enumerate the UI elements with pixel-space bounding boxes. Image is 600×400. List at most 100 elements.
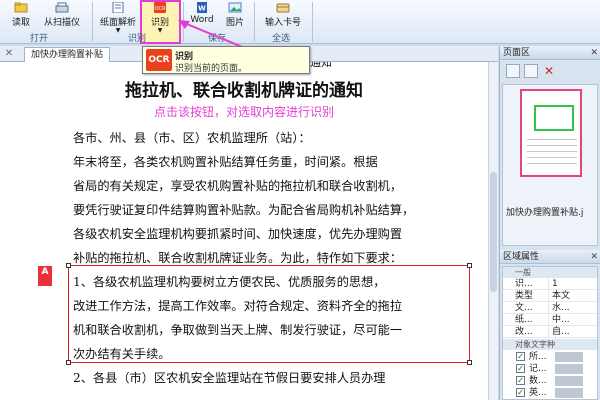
prop-row[interactable]: 类型 本文 xyxy=(503,290,597,302)
right-side-panel: 页面区 ✕ ✕ 加快办理购置补贴.j 区域属性 ✕ 一般 识... 1 类型 本文 … xyxy=(499,46,600,400)
group-label-select-all: 全选 xyxy=(272,34,291,44)
svg-text:OCR: OCR xyxy=(155,6,166,12)
resize-handle[interactable] xyxy=(467,263,472,268)
chevron-down-icon: ▼ xyxy=(157,27,163,34)
region-type-badge[interactable]: A xyxy=(38,266,52,286)
image-button[interactable]: 图片 xyxy=(220,2,250,32)
tab-document[interactable]: 加快办理购置补贴 xyxy=(24,47,111,62)
char-type-row[interactable]: ✓ 英... xyxy=(503,387,597,399)
word-icon: W xyxy=(197,2,207,13)
prop-key: 改... xyxy=(515,327,533,337)
document-line: 各市、州、县（市、区）农机监理所（站）： xyxy=(73,131,311,145)
thumbnail-text-line xyxy=(527,163,577,164)
checkbox[interactable]: ✓ xyxy=(516,364,525,373)
thumbnail-view-icon[interactable] xyxy=(506,64,520,78)
ocr-tooltip: OCR 识别 识别当前的页面。 xyxy=(142,46,310,74)
ocr-button[interactable]: OCR 识别 ▼ xyxy=(142,2,178,34)
close-icon[interactable]: ✕ xyxy=(2,46,16,61)
document-title: 拖拉机、联合收割机牌证的通知 xyxy=(125,81,363,101)
ocr-tooltip-icon: OCR xyxy=(146,49,172,71)
char-type-value xyxy=(555,364,583,374)
document-line: 各级农机安全监理机构要抓紧时间、加快速度，优先办理购置 xyxy=(73,227,403,241)
char-type-value xyxy=(555,388,583,398)
resize-handle[interactable] xyxy=(66,360,71,365)
tooltip-description: 识别当前的页面。 xyxy=(175,64,248,74)
prop-key: 类型 xyxy=(515,291,534,301)
char-type-value xyxy=(555,352,583,362)
prop-row[interactable]: 改... 自... xyxy=(503,326,597,338)
prop-value: 水... xyxy=(548,302,570,314)
resize-handle[interactable] xyxy=(66,263,71,268)
card-icon xyxy=(276,3,290,13)
pages-panel-title: 页面区 xyxy=(503,48,531,58)
region-badge-label: A xyxy=(41,267,49,277)
prop-row[interactable]: 识... 1 xyxy=(503,278,597,290)
ribbon-separator xyxy=(254,2,255,42)
prop-row[interactable]: 文... 水... xyxy=(503,302,597,314)
char-type-value xyxy=(555,376,583,386)
props-section-chars[interactable]: 对象文字种 xyxy=(503,339,597,350)
prop-value: 自... xyxy=(548,326,570,338)
document-scrollbar[interactable] xyxy=(488,62,498,400)
close-icon[interactable]: ✕ xyxy=(590,46,598,60)
selected-text-region[interactable] xyxy=(68,265,470,363)
prop-key: 纸... xyxy=(515,315,533,325)
props-section-general[interactable]: 一般 xyxy=(503,267,597,278)
ocr-icon: OCR xyxy=(154,2,166,13)
document-line: 省局的有关规定，享受农机购置补贴的拖拉机和联合收割机， xyxy=(73,179,403,193)
tab-document-label: 加快办理购置补贴 xyxy=(31,50,104,60)
scrollbar-thumb[interactable] xyxy=(490,172,497,292)
props-panel-title: 区域属性 xyxy=(503,252,540,262)
checkbox[interactable]: ✓ xyxy=(516,352,525,361)
prop-value: 本文 xyxy=(548,290,570,302)
group-label-recognize: 识别 xyxy=(128,34,147,44)
char-type-label: 所... xyxy=(529,352,547,362)
prop-key: 文... xyxy=(515,303,533,313)
prop-value: 1 xyxy=(548,278,558,290)
char-type-row[interactable]: ✓ 数... xyxy=(503,375,597,387)
list-view-icon[interactable] xyxy=(524,64,538,78)
close-icon[interactable]: ✕ xyxy=(590,250,598,264)
group-label-save: 保存 xyxy=(208,34,227,44)
pages-panel-header: 页面区 ✕ xyxy=(500,46,600,60)
page-parse-icon xyxy=(112,2,124,13)
document-line: 补贴的拖拉机、联合收割机牌证业务。为此，特作如下要求： xyxy=(73,251,403,265)
document-line: 要凭行驶证复印件结算购置补贴款。为配合省局购机补贴结算， xyxy=(73,203,415,217)
char-type-label: 英... xyxy=(529,388,547,398)
read-button-label: 读取 xyxy=(11,18,30,28)
word-button-label: Word xyxy=(190,15,214,25)
group-label-open: 打开 xyxy=(30,34,49,44)
delete-icon[interactable]: ✕ xyxy=(542,64,556,78)
annotation-hint: 点击该按钮，对选取内容进行识别 xyxy=(153,105,334,119)
read-button[interactable]: 读取 xyxy=(4,2,38,32)
thumbnail-text-line xyxy=(527,145,577,146)
page-thumbnail[interactable] xyxy=(520,89,582,177)
thumbnail-text-line xyxy=(527,139,577,140)
ribbon-separator xyxy=(92,2,93,42)
props-panel-header: 区域属性 ✕ xyxy=(500,250,600,264)
svg-text:W: W xyxy=(198,5,206,13)
read-icon xyxy=(14,2,28,13)
scanner-button[interactable]: 从扫描仪 xyxy=(38,2,86,32)
thumbnail-text-line xyxy=(527,157,577,158)
char-type-row[interactable]: ✓ 记... xyxy=(503,363,597,375)
page-parse-button[interactable]: 纸面解析 ▼ xyxy=(96,2,140,34)
thumbnail-filename: 加快办理购置补贴.j xyxy=(506,208,584,218)
ribbon-separator xyxy=(312,2,313,42)
page-thumbnail-area: 加快办理购置补贴.j xyxy=(502,84,598,246)
prop-row[interactable]: 纸... 中... xyxy=(503,314,597,326)
resize-handle[interactable] xyxy=(467,360,472,365)
word-button[interactable]: W Word xyxy=(186,2,218,32)
prop-value: 中... xyxy=(548,314,570,326)
region-properties-grid: 一般 识... 1 类型 本文 文... 水... 纸... 中... 改... 自...… xyxy=(502,266,598,400)
scanner-icon xyxy=(55,2,69,13)
card-number-button[interactable]: 输入卡号 xyxy=(258,2,308,32)
document-line: 年末将至，各类农机购置补贴结算任务重，时间紧。根据 xyxy=(73,155,378,169)
checkbox[interactable]: ✓ xyxy=(516,376,525,385)
checkbox[interactable]: ✓ xyxy=(516,388,525,397)
image-icon xyxy=(228,2,242,13)
thumbnail-selection-box xyxy=(534,105,574,131)
char-type-label: 记... xyxy=(529,364,547,374)
char-type-row[interactable]: ✓ 所... xyxy=(503,351,597,363)
scanner-button-label: 从扫描仪 xyxy=(43,18,80,28)
